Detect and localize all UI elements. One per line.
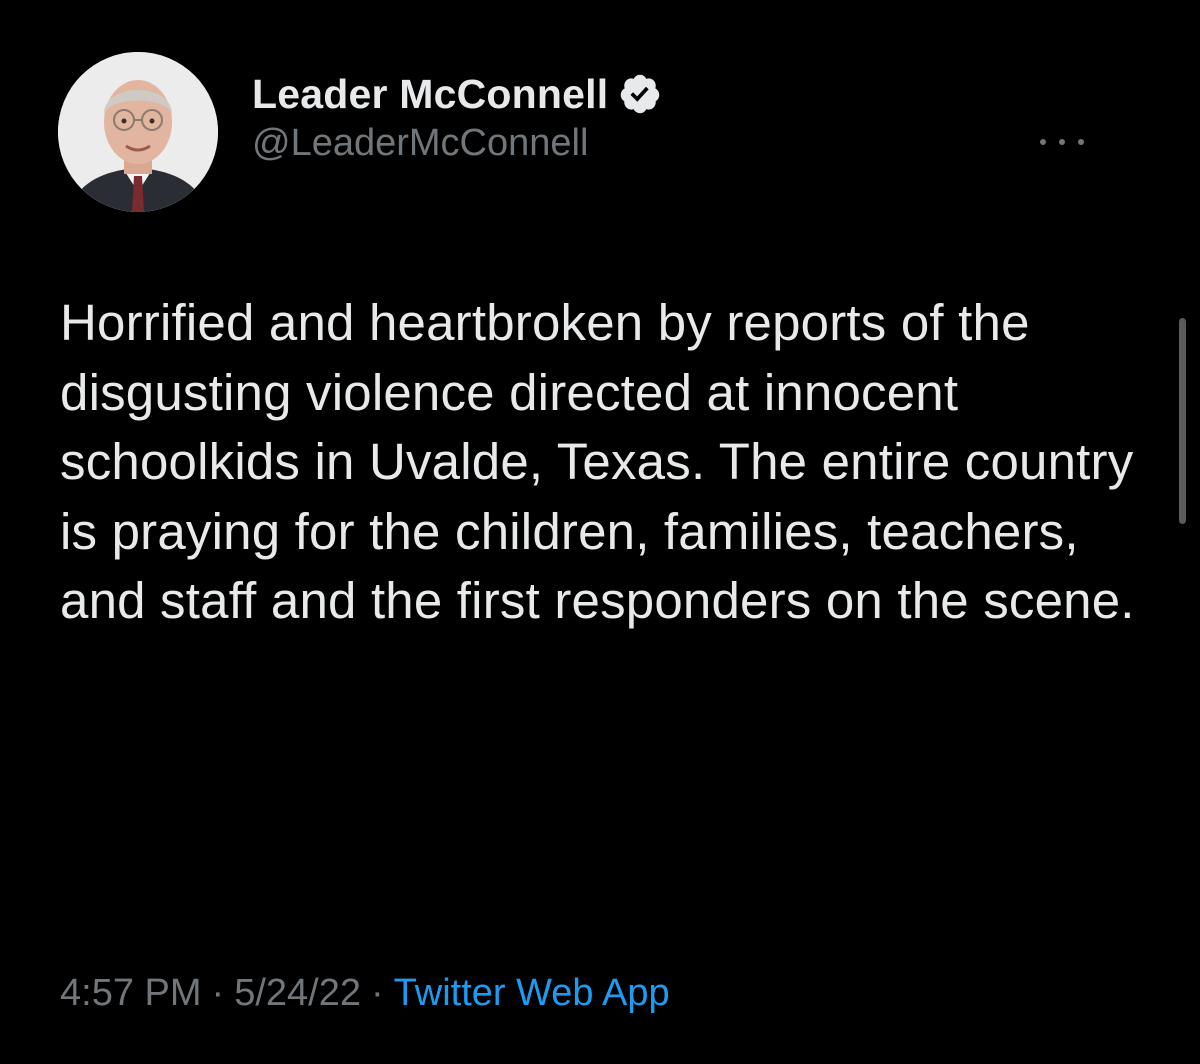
tweet-date[interactable]: 5/24/22 <box>234 972 361 1014</box>
tweet-card: Leader McConnell @LeaderMcConnell Horrif… <box>0 0 1200 1064</box>
display-name[interactable]: Leader McConnell <box>252 71 608 118</box>
tweet-metadata: 4:57 PM · 5/24/22 · Twitter Web App <box>60 972 670 1015</box>
tweet-source-link[interactable]: Twitter Web App <box>394 972 670 1014</box>
verified-badge-icon <box>618 72 662 116</box>
more-dot <box>1040 139 1046 145</box>
author-avatar[interactable] <box>58 52 218 212</box>
tweet-header: Leader McConnell @LeaderMcConnell <box>58 52 1158 212</box>
meta-separator: · <box>370 972 384 1014</box>
author-handle[interactable]: @LeaderMcConnell <box>252 122 662 165</box>
tweet-time[interactable]: 4:57 PM <box>60 972 202 1014</box>
more-dot <box>1078 139 1084 145</box>
display-name-row: Leader McConnell <box>252 70 662 118</box>
tweet-text: Horrified and heartbroken by reports of … <box>60 294 1135 629</box>
more-dot <box>1059 139 1065 145</box>
avatar-photo <box>58 52 218 212</box>
meta-separator: · <box>211 972 225 1014</box>
scrollbar-thumb[interactable] <box>1179 318 1186 524</box>
more-options-icon[interactable] <box>1040 134 1084 150</box>
author-names: Leader McConnell @LeaderMcConnell <box>252 70 662 165</box>
